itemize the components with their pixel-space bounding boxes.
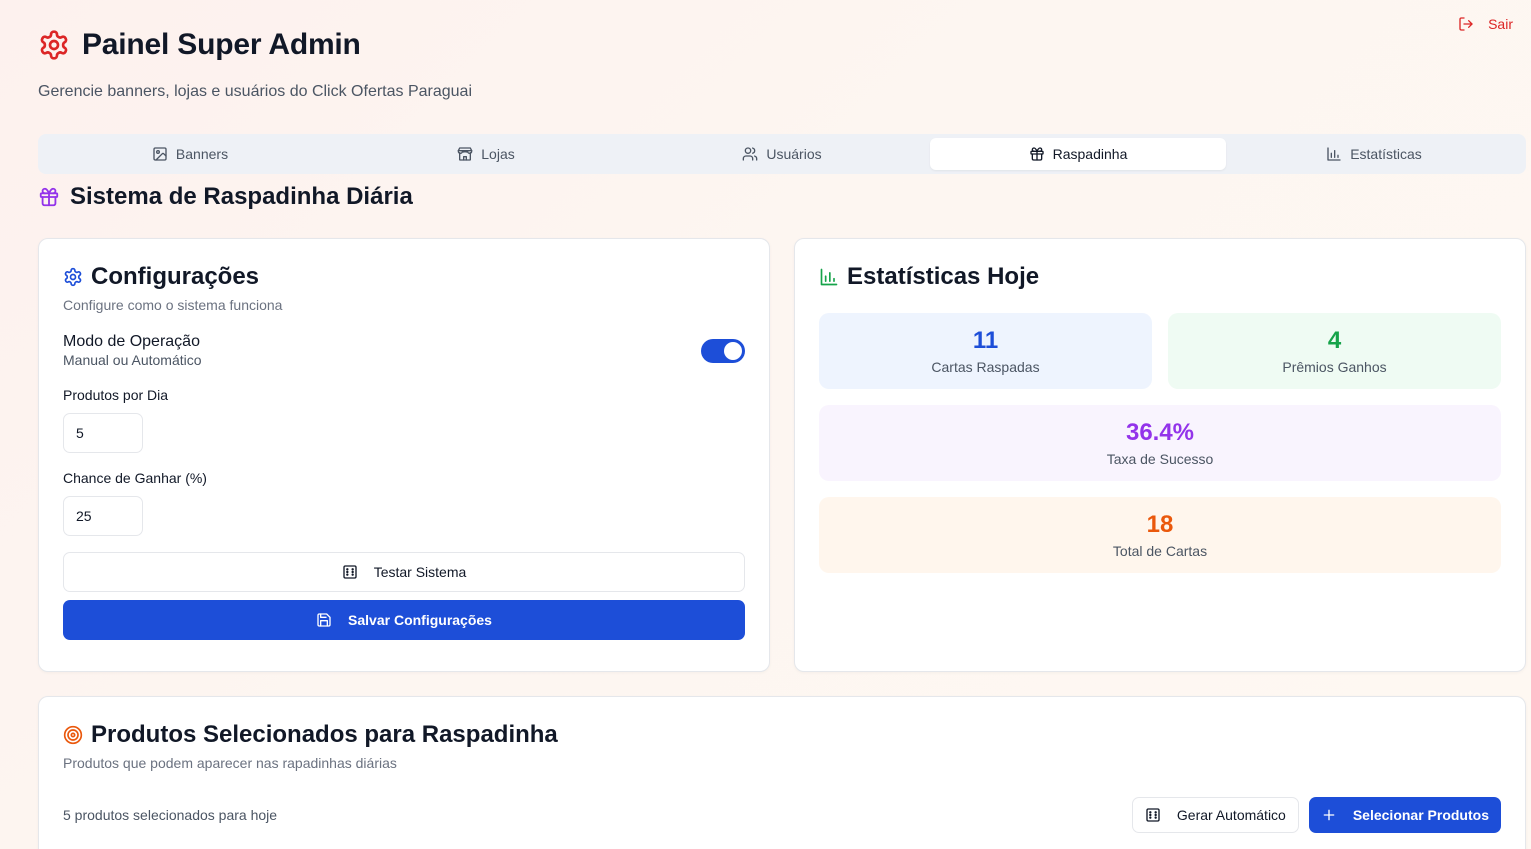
config-description: Configure como o sistema funciona <box>63 297 283 313</box>
toggle-knob <box>724 341 742 360</box>
tab-banners[interactable]: Banners <box>42 138 338 170</box>
stat-value: 18 <box>1146 511 1174 538</box>
mode-label: Modo de Operação <box>63 333 200 350</box>
page-title: Painel Super Admin <box>82 28 361 61</box>
gift-icon <box>1029 146 1045 162</box>
stat-value: 11 <box>972 327 999 354</box>
logout-label: Sair <box>1488 16 1513 32</box>
tab-label: Banners <box>175 146 229 162</box>
tab-lojas[interactable]: Lojas <box>338 138 634 170</box>
plus-icon <box>1321 807 1337 823</box>
page-header: Painel Super Admin <box>38 28 361 62</box>
auto-generate-label: Gerar Automático <box>1176 807 1286 823</box>
products-per-day-input[interactable] <box>63 413 143 453</box>
logout-button[interactable]: Sair <box>1458 16 1513 32</box>
stat-cards-scratched: 11 Cartas Raspadas <box>819 313 1152 389</box>
dice-icon <box>342 564 358 580</box>
stat-label: Prêmios Ganhos <box>1282 359 1387 375</box>
stat-prizes-won: 4 Prêmios Ganhos <box>1168 313 1501 389</box>
bar-chart-icon <box>1326 146 1342 162</box>
store-icon <box>457 146 473 162</box>
bar-chart-icon <box>819 267 839 287</box>
test-system-button[interactable]: Testar Sistema <box>63 552 745 592</box>
gear-icon <box>38 29 70 61</box>
mode-sublabel: Manual ou Automático <box>63 352 202 368</box>
tab-usuarios[interactable]: Usuários <box>634 138 930 170</box>
tab-label: Lojas <box>481 146 515 162</box>
selected-count: 5 produtos selecionados para hoje <box>63 807 278 823</box>
stats-header: Estatísticas Hoje <box>819 263 1501 291</box>
stat-value: 4 <box>1327 327 1342 354</box>
save-icon <box>316 612 332 628</box>
config-header: Configurações <box>63 263 745 291</box>
stat-total-cards: 18 Total de Cartas <box>819 497 1501 573</box>
section-heading: Sistema de Raspadinha Diária <box>38 183 413 211</box>
config-card: Configurações Configure como o sistema f… <box>38 238 770 672</box>
section-title: Sistema de Raspadinha Diária <box>70 183 413 210</box>
stat-label: Total de Cartas <box>1112 543 1208 559</box>
mode-toggle[interactable] <box>701 338 745 363</box>
tab-label: Raspadinha <box>1052 146 1128 162</box>
log-out-icon <box>1458 16 1474 32</box>
tab-bar: Banners Lojas Usuários Raspadinha Estatí… <box>38 134 1526 174</box>
products-header: Produtos Selecionados para Raspadinha <box>63 721 1501 749</box>
products-actions: Gerar Automático Selecionar Produtos <box>1131 797 1501 833</box>
mode-row: Modo de Operação Manual ou Automático <box>63 333 745 368</box>
dice-icon <box>1145 807 1161 823</box>
win-chance-label: Chance de Ganhar (%) <box>63 470 207 486</box>
stat-success-rate: 36.4% Taxa de Sucesso <box>819 405 1501 481</box>
users-icon <box>742 146 758 162</box>
products-description: Produtos que podem aparecer nas rapadinh… <box>63 755 397 771</box>
tab-raspadinha[interactable]: Raspadinha <box>930 138 1226 170</box>
stats-row: 11 Cartas Raspadas 4 Prêmios Ganhos <box>819 313 1501 389</box>
config-title: Configurações <box>91 263 260 290</box>
target-icon <box>63 725 83 745</box>
auto-generate-button[interactable]: Gerar Automático <box>1131 797 1299 833</box>
products-toolbar: 5 produtos selecionados para hoje Gerar … <box>63 797 1501 833</box>
stats-title: Estatísticas Hoje <box>847 263 1040 290</box>
stat-value: 36.4% <box>1125 419 1195 446</box>
image-icon <box>152 146 168 162</box>
products-card: Produtos Selecionados para Raspadinha Pr… <box>38 696 1526 849</box>
save-settings-button[interactable]: Salvar Configurações <box>63 600 745 640</box>
settings-icon <box>63 267 83 287</box>
save-settings-label: Salvar Configurações <box>348 612 492 628</box>
stats-card: Estatísticas Hoje 11 Cartas Raspadas 4 P… <box>794 238 1526 672</box>
products-per-day-label: Produtos por Dia <box>63 387 169 403</box>
tab-label: Estatísticas <box>1350 146 1422 162</box>
stat-label: Cartas Raspadas <box>931 359 1040 375</box>
tab-label: Usuários <box>766 146 822 162</box>
page-subtitle: Gerencie banners, lojas e usuários do Cl… <box>38 83 472 100</box>
tab-estatisticas[interactable]: Estatísticas <box>1226 138 1522 170</box>
products-title: Produtos Selecionados para Raspadinha <box>91 721 558 748</box>
select-products-button[interactable]: Selecionar Produtos <box>1308 797 1501 833</box>
win-chance-input[interactable] <box>63 496 143 536</box>
gift-icon <box>38 186 60 208</box>
select-products-label: Selecionar Produtos <box>1352 807 1489 823</box>
test-system-label: Testar Sistema <box>373 564 467 580</box>
stat-label: Taxa de Sucesso <box>1106 451 1214 467</box>
